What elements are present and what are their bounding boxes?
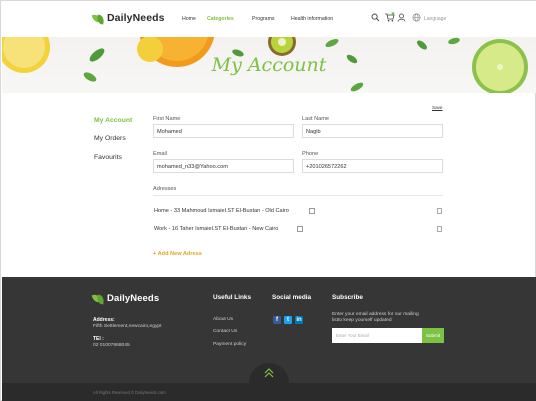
nav-home[interactable]: Home xyxy=(182,16,196,22)
facebook-icon[interactable]: f xyxy=(273,316,281,324)
phone-label: Phone xyxy=(302,151,319,157)
email-label: Email xyxy=(153,151,167,157)
globe-icon[interactable] xyxy=(412,13,421,22)
brand-logo[interactable]: DailyNeeds xyxy=(91,12,165,25)
page-frame: DailyNeeds Home Categories Programs Heal… xyxy=(0,0,536,401)
useful-links-heading: Useful Links xyxy=(213,294,251,301)
footer-link-payment[interactable]: Payment policy xyxy=(213,342,246,347)
page-title: My Account xyxy=(211,54,327,76)
address-work: Work - 16 Taher Ismaiel.ST El-Bustan - N… xyxy=(154,226,279,232)
footer-link-contact[interactable]: Contact Us xyxy=(213,329,237,334)
top-header: DailyNeeds Home Categories Programs Heal… xyxy=(1,1,536,37)
double-chevron-up-icon xyxy=(264,368,274,378)
footer-tel-label: TEl : xyxy=(93,336,104,342)
email-field[interactable]: mohamed_n33@Yahoo.com xyxy=(153,159,294,173)
search-icon[interactable] xyxy=(371,13,380,22)
first-name-label: First Name xyxy=(153,116,181,122)
addresses-heading: Adresses xyxy=(153,186,177,192)
footer-brand-name: DailyNeeds xyxy=(107,293,160,304)
footer-link-about[interactable]: About Us xyxy=(213,317,233,322)
subscribe-email-input[interactable]: Enter Your Email xyxy=(332,328,422,343)
subscribe-submit-button[interactable]: Submit xyxy=(422,328,444,343)
footer-bottom-bar xyxy=(2,383,536,401)
save-link[interactable]: Save xyxy=(432,105,442,110)
copyright-text: All Rights Reserved © DailyNeeds.com xyxy=(93,390,166,395)
scroll-to-top-button[interactable] xyxy=(249,363,289,383)
leaf-logo-icon xyxy=(91,293,105,305)
first-name-field[interactable]: Mohamed xyxy=(153,124,294,138)
linkedin-icon[interactable]: in xyxy=(295,316,303,324)
page-banner: My Account xyxy=(2,37,536,93)
trash-icon[interactable] xyxy=(437,208,442,214)
footer-address-label: Address: xyxy=(93,317,115,323)
last-name-label: Last Name xyxy=(302,116,330,122)
subscribe-heading: Subscribe xyxy=(332,294,363,301)
footer-address-value: Fifth Settlement,newcairo,egypt xyxy=(93,324,162,329)
phone-field[interactable]: +201026572262 xyxy=(302,159,443,173)
sidebar-item-favourites[interactable]: Favourits xyxy=(94,154,122,161)
nav-programs[interactable]: Programs xyxy=(252,16,275,22)
address-home: Home - 33 Mahmoud Ismaiel.ST El-Bustan -… xyxy=(154,208,289,214)
subscribe-text-1: Enter your email address for our mailing xyxy=(332,312,419,317)
subscribe-text-2: listto keep yourself updated xyxy=(332,318,392,323)
sidebar-item-my-orders[interactable]: My Orders xyxy=(94,135,126,142)
addresses-divider xyxy=(153,195,443,196)
nav-health-information[interactable]: Health information xyxy=(291,16,333,22)
footer-tel-value: 02 01007868045 xyxy=(93,343,130,348)
twitter-icon[interactable]: t xyxy=(284,316,292,324)
leaf-logo-icon xyxy=(91,12,105,25)
trash-icon[interactable] xyxy=(437,226,442,232)
language-selector[interactable]: Language xyxy=(424,16,446,22)
edit-icon[interactable] xyxy=(297,226,303,232)
add-address-button[interactable]: + Add New Adress xyxy=(153,251,202,257)
brand-name: DailyNeeds xyxy=(107,12,165,24)
cart-icon[interactable] xyxy=(384,12,395,22)
user-icon[interactable] xyxy=(397,13,406,22)
social-media-heading: Social media xyxy=(272,294,312,301)
footer-logo[interactable]: DailyNeeds xyxy=(91,293,160,305)
nav-categories[interactable]: Categories xyxy=(207,16,234,22)
edit-icon[interactable] xyxy=(309,208,315,214)
sidebar-item-my-account[interactable]: My Account xyxy=(94,117,132,124)
last-name-field[interactable]: Nagib xyxy=(302,124,443,138)
